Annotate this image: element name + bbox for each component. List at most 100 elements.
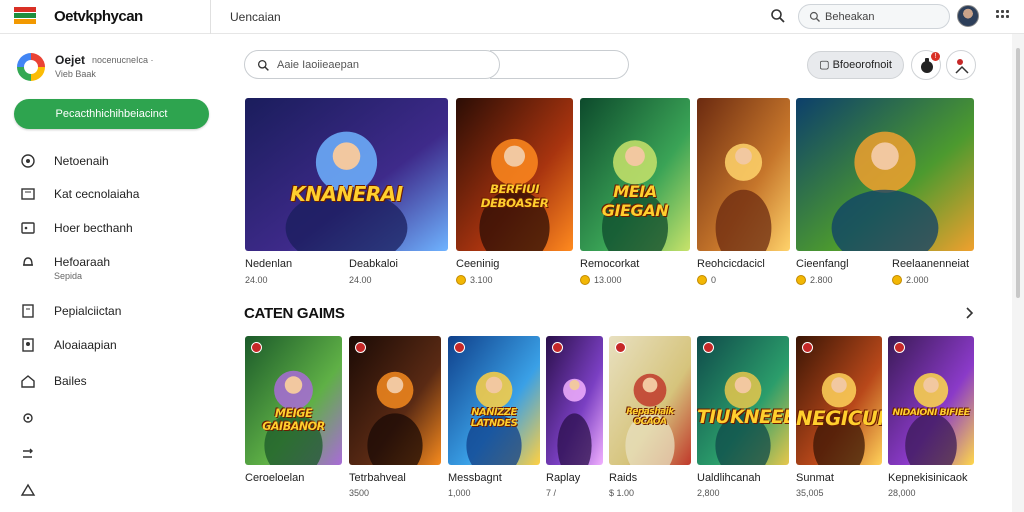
game-card-image[interactable]: NEGICUK <box>796 336 882 465</box>
game-meta-value: 35,005 <box>796 488 824 498</box>
sidebar-item-9[interactable] <box>20 443 220 465</box>
compass-icon <box>21 154 35 168</box>
game-title[interactable]: Deabkaloi <box>349 258 398 270</box>
sidebar-item-label: Hefoaraah <box>54 255 111 269</box>
game-card-image[interactable]: Repashaik OCAOA <box>609 336 691 465</box>
game-logo-text: TIUKNEEE <box>697 406 789 428</box>
game-title[interactable]: Ceroeloelan <box>245 472 304 484</box>
game-title[interactable]: Reohcicdacicl <box>697 258 765 270</box>
badge-icon <box>22 338 34 352</box>
game-meta: 13.000 <box>580 275 622 285</box>
game-title[interactable]: Remocorkat <box>580 258 639 270</box>
game-title[interactable]: Reelaanenneiat <box>892 258 969 270</box>
game-title[interactable]: Tetrbahveal <box>349 472 406 484</box>
search-icon <box>257 59 269 71</box>
notification-badge: ! <box>931 52 940 61</box>
top-bar: Oetvkphycan Uencaian Beheakan <box>0 0 1024 34</box>
game-meta-value: 7 / <box>546 488 557 498</box>
game-title[interactable]: Sunmat <box>796 472 834 484</box>
section-title: CATEN GAIMS <box>244 305 345 322</box>
game-card-image[interactable]: MEIA GIEGAN <box>580 98 690 251</box>
game-card-image[interactable]: NIDAIONI BIFIEE <box>888 336 974 465</box>
brand-logo-icon[interactable] <box>14 7 36 24</box>
person-icon <box>955 59 969 74</box>
new-badge-icon <box>802 342 813 353</box>
game-meta: 24.00 <box>245 275 268 285</box>
coin-icon <box>697 275 707 285</box>
game-logo-text: KNANERAI <box>290 182 403 207</box>
account-logo-icon[interactable] <box>17 53 45 81</box>
profile-menu-button[interactable] <box>946 50 976 80</box>
sidebar-item-label: Bailes <box>54 374 87 388</box>
game-card-image[interactable] <box>697 98 790 251</box>
primary-action-button[interactable]: Pecacthhichihbeiacinct <box>14 99 209 129</box>
search-icon[interactable] <box>770 8 786 24</box>
scrollbar-thumb[interactable] <box>1016 48 1020 298</box>
account-subtitle: Vieb Baak <box>55 69 96 79</box>
game-logo-text: MEIGE GAIBANOR <box>262 406 325 433</box>
game-title[interactable]: Raplay <box>546 472 580 484</box>
discover-button[interactable]: ▢ Bfoeorofnoit <box>807 51 904 79</box>
game-meta: 2,800 <box>697 488 720 498</box>
brand-name[interactable]: Oetvkphycan <box>54 8 143 25</box>
game-title[interactable]: Messbagnt <box>448 472 502 484</box>
game-title[interactable]: Nedenlan <box>245 258 292 270</box>
game-title[interactable]: Ualdlihcanah <box>697 472 761 484</box>
game-meta: 24.00 <box>349 275 372 285</box>
game-logo-text: NIDAIONI BIFIEE <box>892 406 970 418</box>
notifications-button[interactable]: ! <box>911 50 941 80</box>
game-logo-text: MEIA GIEGAN <box>601 182 669 221</box>
breadcrumb[interactable]: Uencaian <box>230 10 281 24</box>
sidebar-item-4[interactable]: Hefoaraah Sepida <box>20 251 220 281</box>
discover-icon: ▢ <box>819 59 833 71</box>
main-search-placeholder: Aaie Iaoiieaepan <box>277 59 359 71</box>
coin-icon <box>580 275 590 285</box>
game-card-image[interactable] <box>796 98 974 251</box>
scrollbar[interactable] <box>1012 34 1024 512</box>
account-email: nocenucneIca · <box>92 55 154 65</box>
sidebar-item-label: Kat cecnolaiaha <box>54 187 140 201</box>
game-meta: 28,000 <box>888 488 916 498</box>
sidebar-item-8[interactable] <box>20 407 220 429</box>
sidebar-item-label: Pepialciictan <box>54 304 122 318</box>
game-meta-value: 2,800 <box>697 488 720 498</box>
coin-icon <box>892 275 902 285</box>
sidebar-item-10[interactable] <box>20 479 220 501</box>
chevron-right-icon[interactable] <box>962 306 976 320</box>
sidebar-item-sublabel: Sepida <box>54 271 83 281</box>
shuffle-icon <box>23 448 33 458</box>
sidebar-item-2[interactable]: Kat cecnolaiaha <box>20 183 220 205</box>
main-search-input[interactable]: Aaie Iaoiieaepan <box>244 50 500 79</box>
gamepad-icon <box>21 222 35 234</box>
sidebar-item-5[interactable]: Pepialciictan <box>20 300 220 322</box>
header-search-input[interactable]: Beheakan <box>798 4 950 29</box>
bell-icon <box>23 257 33 266</box>
avatar[interactable] <box>957 5 979 27</box>
game-meta-value: 3500 <box>349 488 370 498</box>
apps-grid-icon[interactable] <box>996 10 1010 22</box>
new-badge-icon <box>894 342 905 353</box>
game-card-image[interactable]: TIUKNEEE <box>697 336 789 465</box>
game-logo-text: NEGICUK <box>796 406 882 430</box>
game-title[interactable]: Ceeninig <box>456 258 499 270</box>
game-card-image[interactable] <box>546 336 603 465</box>
game-logo-text: Repashaik OCAOA <box>626 406 674 427</box>
game-title[interactable]: Cieenfangl <box>796 258 849 270</box>
game-title[interactable]: Raids <box>609 472 637 484</box>
game-logo-text: BERFIUI DEBOASER <box>480 182 549 211</box>
game-card-image[interactable]: NANIZZE LATNDES <box>448 336 540 465</box>
new-badge-icon <box>355 342 366 353</box>
game-card-image[interactable]: BERFIUI DEBOASER <box>456 98 573 251</box>
sidebar-item-7[interactable]: Bailes <box>20 370 220 392</box>
game-title[interactable]: Kepnekisinicaok <box>888 472 968 484</box>
sidebar-item-label: Aloaiaapian <box>54 338 117 352</box>
sidebar-item-1[interactable]: Netoenaih <box>20 150 220 172</box>
game-card-image[interactable]: KNANERAI <box>245 98 448 251</box>
header-search-value: Beheakan <box>825 11 875 23</box>
sidebar-item-6[interactable]: Aloaiaapian <box>20 334 220 356</box>
game-card-image[interactable] <box>349 336 441 465</box>
sidebar-item-3[interactable]: Hoer becthanh <box>20 217 220 239</box>
main-search-extension[interactable] <box>490 50 629 79</box>
game-meta-value: 28,000 <box>888 488 916 498</box>
game-card-image[interactable]: MEIGE GAIBANOR <box>245 336 342 465</box>
